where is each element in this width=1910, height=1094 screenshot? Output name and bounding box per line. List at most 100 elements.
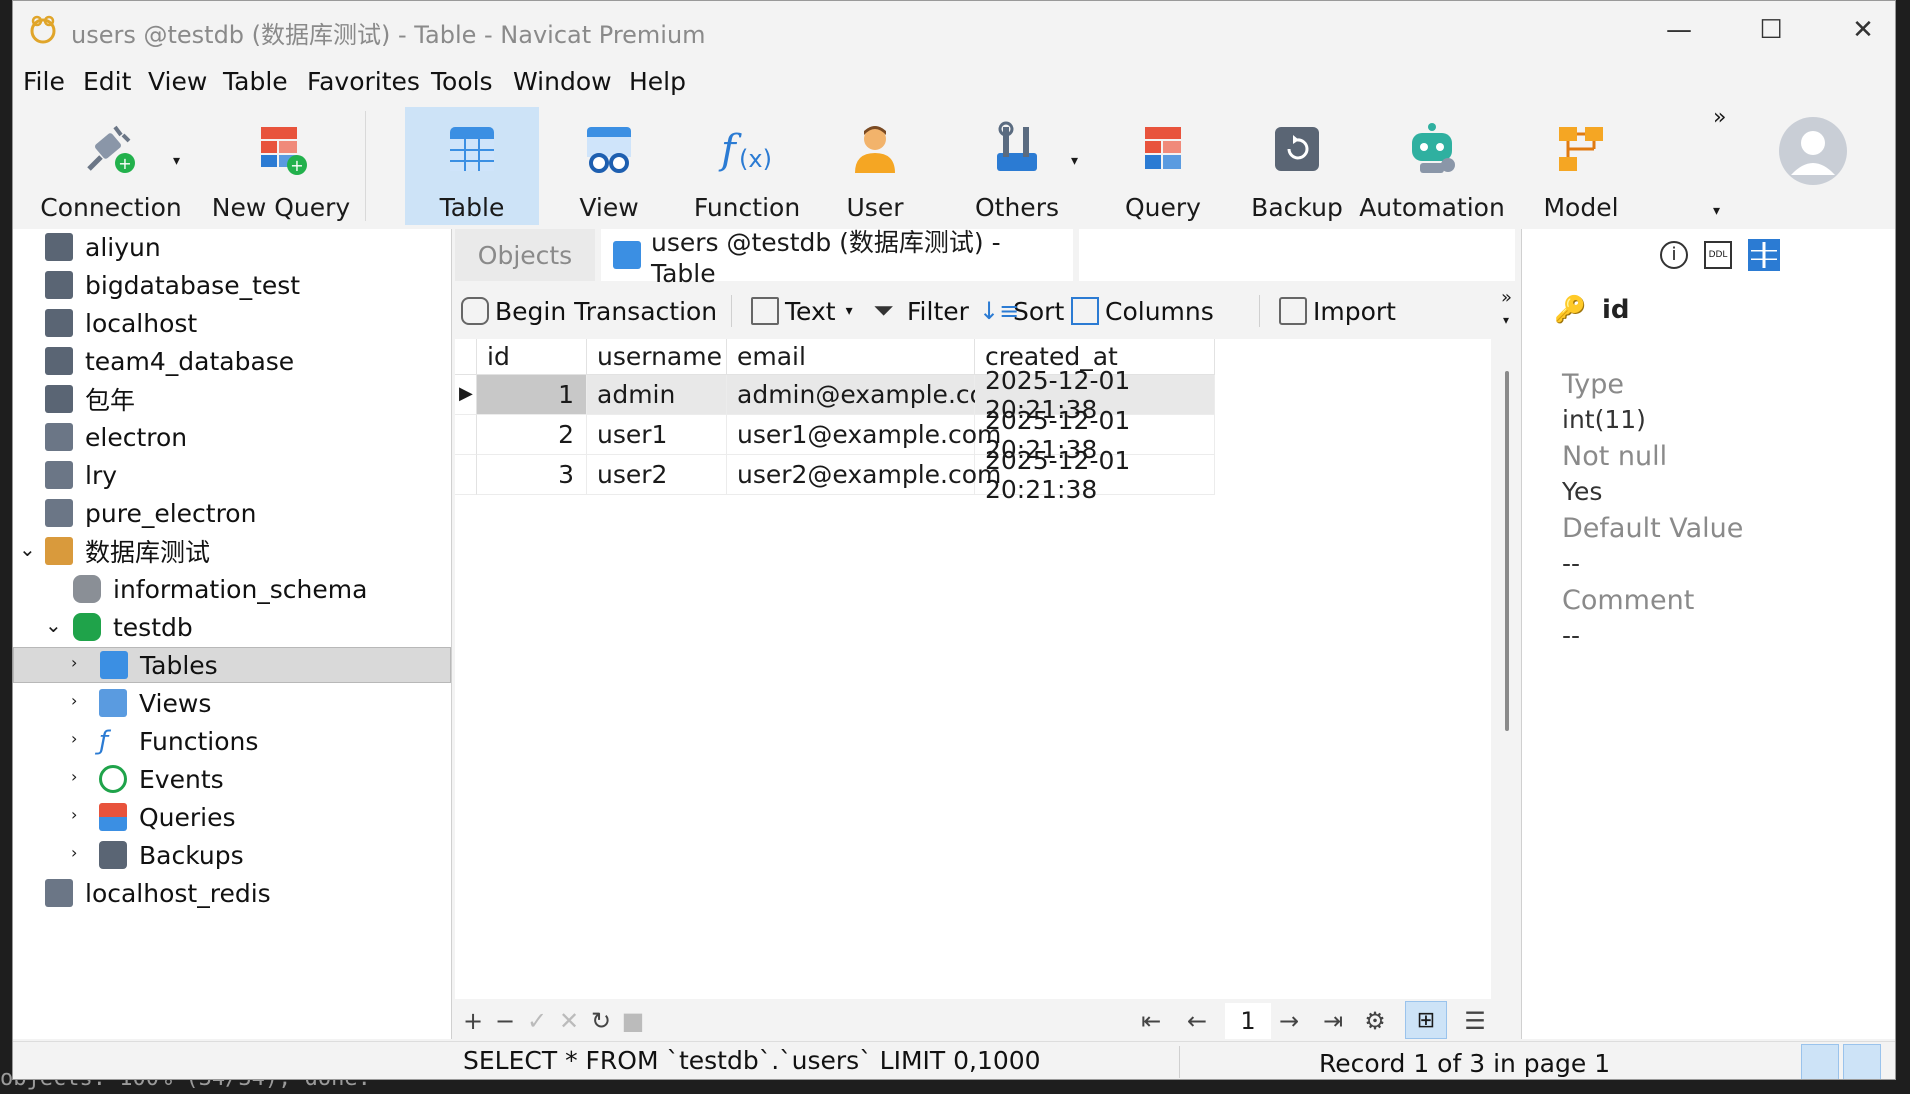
menu-tools[interactable]: Tools [431,67,493,96]
page-number-input[interactable]: 1 [1225,1003,1271,1039]
table-cell[interactable]: 2025-12-01 20:21:38 [975,446,1215,504]
scrollbar-thumb[interactable] [1505,371,1509,731]
new-query-button[interactable]: + New Query [209,107,353,225]
text-dropdown-icon[interactable]: ▾ [846,303,853,319]
grid-toolbar-dropdown-icon[interactable]: ▾ [1503,313,1509,327]
menu-view[interactable]: View [148,67,207,96]
model-button[interactable]: Model [1521,107,1641,225]
table-cell[interactable]: 2 [477,415,587,455]
tree-connection-aliyun[interactable]: aliyun [45,229,161,265]
tree-connection-localhost[interactable]: localhost [45,305,197,341]
chevron-right-icon[interactable]: › [71,729,77,748]
close-button[interactable]: ✕ [1817,1,1895,59]
previous-page-icon[interactable]: ← [1181,1005,1213,1037]
menu-window[interactable]: Window [513,67,612,96]
tree-connection-bigdatabase-test[interactable]: bigdatabase_test [45,267,300,303]
column-header-username[interactable]: username [587,339,727,375]
table-cell[interactable]: user1 [587,415,727,455]
tab-users-table[interactable]: users @testdb (数据库测试) - Table [601,228,1073,288]
toolbar-overflow-dropdown-icon[interactable]: ▾ [1713,203,1720,219]
table-cell[interactable]: admin@example.com [727,375,1009,415]
user-button[interactable]: User [815,107,935,225]
column-header-email[interactable]: email [727,339,975,375]
connection-dropdown-icon[interactable]: ▾ [173,153,180,169]
grid-vertical-scrollbar[interactable] [1499,339,1515,999]
chevron-down-icon[interactable]: ⌄ [19,537,36,561]
tree-views[interactable]: Views [99,685,211,721]
column-header-id[interactable]: id [477,339,587,375]
chevron-right-icon[interactable]: › [71,691,77,710]
tree-queries[interactable]: Queries [99,799,236,835]
grid-toolbar-more-button[interactable]: » [1501,287,1512,308]
table-button[interactable]: Table [405,107,539,225]
row-indicator[interactable] [455,455,477,495]
avatar-icon[interactable] [1777,115,1849,187]
toolbar-more-button[interactable]: » [1713,105,1726,130]
others-button[interactable]: Others [947,107,1087,225]
tab-objects[interactable]: Objects [455,229,595,281]
apply-changes-icon[interactable]: ✓ [521,1005,553,1037]
table-cell[interactable]: 1 [477,375,587,415]
first-page-icon[interactable]: ⇤ [1135,1005,1167,1037]
table-cell[interactable]: user2 [587,455,727,495]
tree-connection-electron[interactable]: electron [45,419,187,455]
gear-icon[interactable]: ⚙ [1359,1005,1391,1037]
maximize-button[interactable]: ☐ [1725,1,1817,59]
begin-transaction-button[interactable]: Begin Transaction [461,293,717,329]
connection-button[interactable]: + Connection [31,107,191,225]
table-cell[interactable]: 3 [477,455,587,495]
tree-connection-localhost-redis[interactable]: localhost_redis [45,875,271,911]
tree-connection-baonian[interactable]: 包年 [45,381,135,417]
discard-changes-icon[interactable]: ✕ [553,1005,585,1037]
minimize-button[interactable]: — [1633,1,1725,59]
right-panel-toggle-icon[interactable] [1843,1044,1881,1079]
columns-button[interactable]: Columns [1071,293,1214,329]
tree-connection-shujukuceshi[interactable]: 数据库测试 [45,533,210,569]
field-grid-icon[interactable] [1748,239,1780,271]
function-button[interactable]: f (x) Function [677,107,817,225]
info-icon[interactable]: i [1660,241,1688,269]
menu-file[interactable]: File [23,67,65,96]
grid-view-toggle-icon[interactable]: ⊞ [1405,1001,1447,1039]
menu-favorites[interactable]: Favorites [307,67,420,96]
table-cell[interactable]: user1@example.com [727,415,1001,455]
menu-edit[interactable]: Edit [83,67,131,96]
automation-button[interactable]: Automation [1357,107,1507,225]
others-dropdown-icon[interactable]: ▾ [1071,153,1078,169]
sort-button[interactable]: ↓≡ Sort [979,293,1064,329]
tree-tables[interactable]: Tables [13,647,451,683]
tree-connection-pure-electron[interactable]: pure_electron [45,495,256,531]
filter-button[interactable]: ⏷ Filter [873,293,969,329]
row-indicator[interactable]: ▶ [455,375,477,415]
delete-record-icon[interactable]: − [489,1005,521,1037]
tree-db-testdb[interactable]: testdb [73,609,193,645]
tree-connection-team4-database[interactable]: team4_database [45,343,294,379]
chevron-right-icon[interactable]: › [71,767,77,786]
table-cell[interactable]: admin [587,375,727,415]
menu-help[interactable]: Help [629,67,686,96]
tree-db-information-schema[interactable]: information_schema [73,571,367,607]
stop-icon[interactable]: ■ [617,1005,649,1037]
tree-backups[interactable]: Backups [99,837,244,873]
query-button[interactable]: Query [1103,107,1223,225]
tree-connection-lry[interactable]: lry [45,457,117,493]
refresh-icon[interactable]: ↻ [585,1005,617,1037]
row-indicator[interactable] [455,415,477,455]
chevron-right-icon[interactable]: › [71,805,77,824]
add-record-icon[interactable]: + [457,1005,489,1037]
tree-events[interactable]: Events [99,761,224,797]
import-button[interactable]: Import [1279,293,1396,329]
menu-table[interactable]: Table [223,67,288,96]
ddl-icon[interactable]: DDL [1704,241,1732,269]
next-page-icon[interactable]: → [1273,1005,1305,1037]
text-button[interactable]: Text ▾ [751,293,853,329]
left-panel-toggle-icon[interactable] [1801,1044,1839,1079]
chevron-right-icon[interactable]: › [71,653,77,672]
view-button[interactable]: View [549,107,669,225]
table-cell[interactable]: user2@example.com [727,455,1001,495]
last-page-icon[interactable]: ⇥ [1317,1005,1349,1037]
chevron-right-icon[interactable]: › [71,843,77,862]
backup-button[interactable]: Backup [1237,107,1357,225]
chevron-down-icon[interactable]: ⌄ [45,613,62,637]
form-view-toggle-icon[interactable]: ☰ [1459,1005,1491,1037]
